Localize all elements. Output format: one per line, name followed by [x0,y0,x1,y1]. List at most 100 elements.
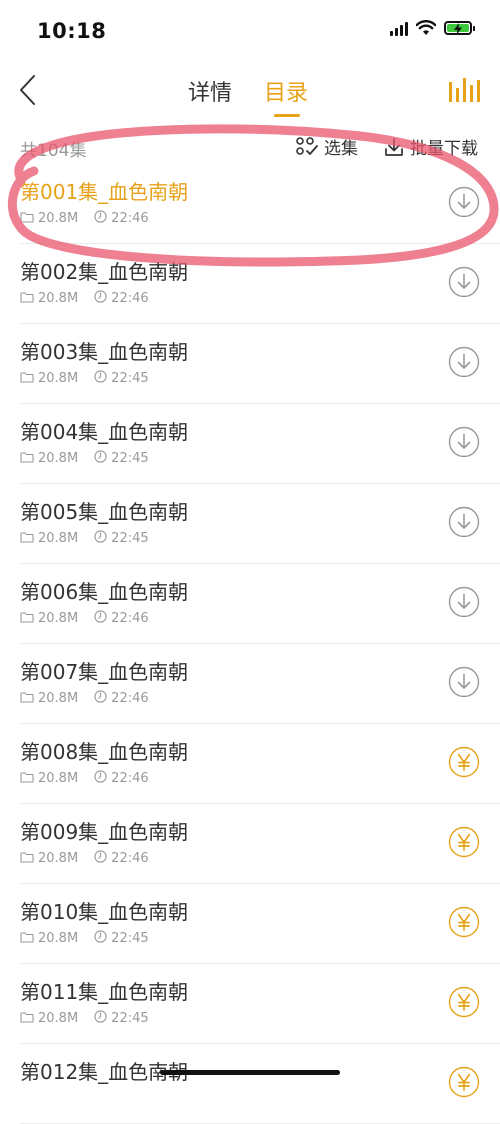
clock-icon [94,930,107,947]
episode-size-value: 20.8M [38,931,79,946]
select-label: 选集 [324,139,358,159]
download-button[interactable] [448,586,480,618]
clock-icon [94,370,107,387]
download-tray-icon [385,137,403,156]
episode-row[interactable]: 第005集_血色南朝 20.8M 22:45 [0,484,500,564]
clock-icon [94,290,107,307]
yen-icon [448,746,480,782]
episode-size: 20.8M [20,611,78,627]
episode-duration: 22:46 [94,610,149,627]
purchase-button[interactable] [448,746,480,778]
download-button[interactable] [448,666,480,698]
episode-meta: 20.8M 22:46 [20,850,165,867]
episode-row[interactable]: 第001集_血色南朝 20.8M 22:46 [0,164,500,244]
clock-icon [94,610,107,627]
episode-size: 20.8M [20,1011,78,1027]
equalizer-icon [449,78,480,102]
episode-row[interactable]: 第012集_血色南朝 [0,1044,500,1124]
purchase-button[interactable] [448,986,480,1018]
download-icon [448,186,480,222]
home-indicator [160,1070,340,1075]
episode-size: 20.8M [20,451,78,467]
episode-duration-value: 22:46 [111,611,149,626]
now-playing-button[interactable] [448,74,480,104]
yen-icon [448,826,480,862]
episode-size: 20.8M [20,291,78,307]
purchase-button[interactable] [448,826,480,858]
episode-size-value: 20.8M [38,691,79,706]
episode-title: 第003集_血色南朝 [20,340,189,364]
folder-icon [20,1011,34,1027]
episode-size-value: 20.8M [38,531,79,546]
episode-meta: 20.8M 22:45 [20,370,165,387]
episode-duration-value: 22:45 [111,371,149,386]
folder-icon [20,531,34,547]
tab-catalog[interactable]: 目录 [264,75,308,107]
clock-icon [94,770,107,787]
episode-row[interactable]: 第002集_血色南朝 20.8M 22:46 [0,244,500,324]
clock-icon [94,690,107,707]
episode-row[interactable]: 第010集_血色南朝 20.8M 22:45 [0,884,500,964]
episode-duration-value: 22:46 [111,691,149,706]
episode-row[interactable]: 第008集_血色南朝 20.8M 22:46 [0,724,500,804]
download-button[interactable] [448,506,480,538]
episode-duration: 22:46 [94,850,149,867]
status-icons [390,20,475,36]
download-button[interactable] [448,426,480,458]
purchase-button[interactable] [448,906,480,938]
folder-icon [20,371,34,387]
episode-meta: 20.8M 22:46 [20,770,165,787]
episode-meta: 20.8M 22:45 [20,930,165,947]
download-button[interactable] [448,186,480,218]
episode-size: 20.8M [20,691,78,707]
chevron-left-icon [20,75,35,105]
episode-row[interactable]: 第011集_血色南朝 20.8M 22:45 [0,964,500,1044]
yen-icon [448,906,480,942]
episode-title: 第007集_血色南朝 [20,660,189,684]
yen-icon [448,986,480,1022]
select-icon [296,136,318,155]
episode-title: 第008集_血色南朝 [20,740,189,764]
episode-duration: 22:46 [94,290,149,307]
episode-total: 共104集 [20,141,87,161]
folder-icon [20,611,34,627]
purchase-button[interactable] [448,1066,480,1098]
episode-title: 第006集_血色南朝 [20,580,189,604]
episode-row[interactable]: 第009集_血色南朝 20.8M 22:46 [0,804,500,884]
episode-duration: 22:45 [94,930,149,947]
episode-size-value: 20.8M [38,451,79,466]
episode-duration-value: 22:46 [111,851,149,866]
episode-duration-value: 22:45 [111,931,149,946]
episode-title: 第002集_血色南朝 [20,260,189,284]
download-button[interactable] [448,266,480,298]
batch-download-button[interactable]: 批量下载 [384,134,478,159]
episode-meta: 20.8M 22:46 [20,210,165,227]
episode-duration: 22:46 [94,770,149,787]
episode-title: 第010集_血色南朝 [20,900,189,924]
episode-size-value: 20.8M [38,771,79,786]
signal-icon [390,20,408,36]
clock-icon [94,530,107,547]
episode-meta: 20.8M 22:46 [20,610,165,627]
episode-row[interactable]: 第004集_血色南朝 20.8M 22:45 [0,404,500,484]
clock-icon [94,1010,107,1027]
episode-duration: 22:45 [94,1010,149,1027]
folder-icon [20,851,34,867]
episode-duration: 22:45 [94,450,149,467]
episode-meta: 20.8M 22:46 [20,290,165,307]
download-button[interactable] [448,346,480,378]
back-button[interactable] [14,70,50,110]
episode-duration-value: 22:45 [111,1011,149,1026]
select-episodes-button[interactable]: 选集 [296,134,358,159]
episode-duration-value: 22:45 [111,451,149,466]
download-icon [448,666,480,702]
episode-row[interactable]: 第003集_血色南朝 20.8M 22:45 [0,324,500,404]
episode-size-value: 20.8M [38,291,79,306]
episode-row[interactable]: 第006集_血色南朝 20.8M 22:46 [0,564,500,644]
episode-duration-value: 22:45 [111,531,149,546]
episode-duration-value: 22:46 [111,211,149,226]
clock-icon [94,850,107,867]
tab-details[interactable]: 详情 [188,75,232,107]
download-icon [448,586,480,622]
episode-row[interactable]: 第007集_血色南朝 20.8M 22:46 [0,644,500,724]
